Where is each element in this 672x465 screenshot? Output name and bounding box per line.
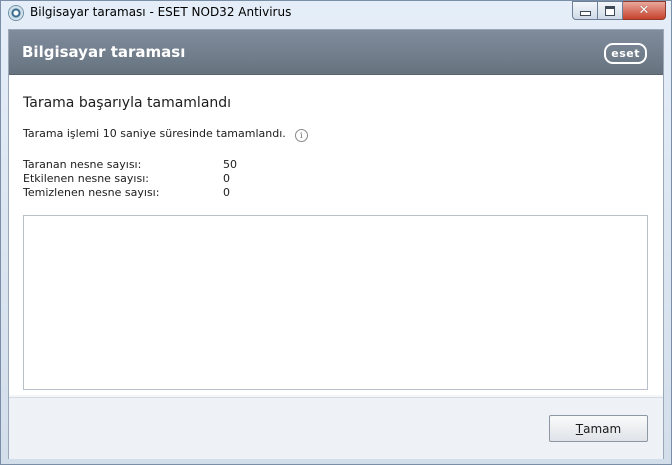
ok-button-label: amam — [583, 421, 622, 436]
title-bar[interactable]: Bilgisayar taraması - ESET NOD32 Antivir… — [1, 1, 671, 25]
stat-label: Temizlenen nesne sayısı: — [23, 186, 160, 199]
window-controls: ✕ — [572, 1, 666, 20]
maximize-button[interactable] — [598, 1, 623, 20]
close-icon: ✕ — [638, 3, 650, 18]
scan-result-panel: Tarama başarıyla tamamlandı Tarama işlem… — [9, 75, 663, 395]
dialog-footer: Tamam — [9, 397, 663, 459]
eset-app-icon[interactable] — [9, 6, 23, 20]
minimize-button[interactable] — [572, 1, 598, 20]
close-button[interactable]: ✕ — [623, 1, 666, 20]
window-title: Bilgisayar taraması - ESET NOD32 Antivir… — [30, 5, 292, 19]
stat-value: 0 — [223, 172, 230, 185]
scan-status-message: Tarama işlemi 10 saniye süresinde tamaml… — [23, 127, 308, 142]
ok-button[interactable]: Tamam — [549, 415, 648, 442]
dialog-header: Bilgisayar taraması eset — [9, 30, 663, 75]
scan-log-area[interactable] — [23, 215, 648, 390]
app-window: Bilgisayar taraması - ESET NOD32 Antivir… — [0, 0, 672, 465]
scan-status-title: Tarama başarıyla tamamlandı — [23, 95, 232, 111]
stat-value: 50 — [223, 158, 237, 171]
maximize-icon — [605, 5, 615, 16]
info-icon[interactable]: i — [294, 129, 308, 142]
stat-label: Etkilenen nesne sayısı: — [23, 172, 149, 185]
scan-duration-text: Tarama işlemi 10 saniye süresinde tamaml… — [23, 127, 286, 140]
eset-logo: eset — [604, 43, 647, 64]
stat-label: Taranan nesne sayısı: — [23, 158, 142, 171]
stat-value: 0 — [223, 186, 230, 199]
minimize-icon — [579, 11, 591, 16]
ok-button-mnemonic: T — [575, 421, 584, 436]
dialog-body: Bilgisayar taraması eset Tarama başarıyl… — [8, 29, 664, 459]
page-title: Bilgisayar taraması — [22, 43, 186, 61]
